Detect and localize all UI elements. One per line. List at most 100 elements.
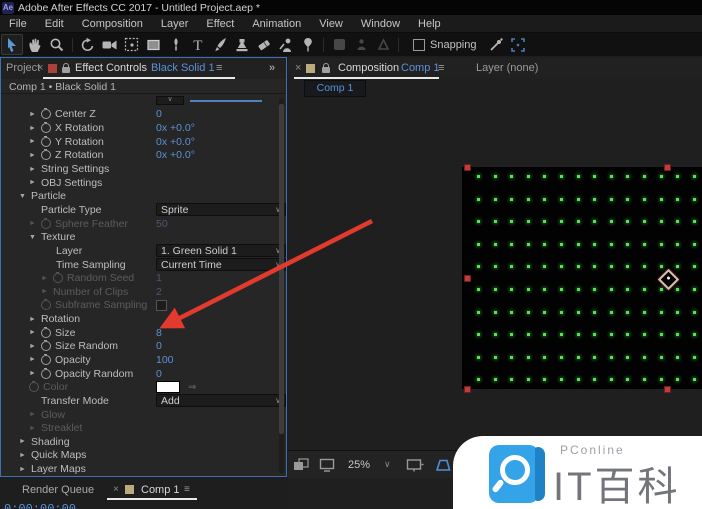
stopwatch-icon[interactable] xyxy=(41,122,51,134)
panel-menu-icon[interactable]: ≡ xyxy=(438,62,444,74)
brush-tool-button[interactable] xyxy=(210,35,230,54)
tab-project[interactable]: Project xyxy=(6,62,40,74)
property-value[interactable]: 0x +0.0° xyxy=(156,122,195,134)
scrollbar-thumb[interactable] xyxy=(279,104,284,434)
zoom-tool-button[interactable] xyxy=(47,35,67,54)
black-solid-layer[interactable] xyxy=(462,163,702,393)
disclosure-triangle-icon[interactable]: ► xyxy=(29,138,41,145)
monitor-icon[interactable] xyxy=(319,458,335,472)
property-value[interactable]: 0 xyxy=(156,340,162,352)
composition-tab-close-icon[interactable]: × xyxy=(295,62,301,74)
rotation-tool-button[interactable] xyxy=(78,35,98,54)
menu-item-window[interactable]: Window xyxy=(352,18,409,30)
property-dropdown[interactable]: 1. Green Solid 1∨ xyxy=(156,244,286,258)
layer-handle[interactable] xyxy=(663,163,671,171)
disclosure-triangle-icon[interactable]: ► xyxy=(19,438,31,445)
disclosure-triangle-icon[interactable]: ► xyxy=(29,220,41,227)
menu-item-edit[interactable]: Edit xyxy=(36,18,73,30)
comp-viewer-breadcrumb[interactable]: Comp 1 xyxy=(304,80,366,97)
composition-viewer[interactable] xyxy=(288,97,702,450)
tab-layer-none[interactable]: Layer (none) xyxy=(476,62,538,74)
property-value[interactable]: 50 xyxy=(156,218,168,230)
panel-menu-icon[interactable]: ≡ xyxy=(216,62,222,74)
stopwatch-icon[interactable] xyxy=(41,217,51,229)
stopwatch-icon[interactable] xyxy=(41,299,51,311)
property-value[interactable]: 0 xyxy=(156,108,162,120)
disclosure-triangle-icon[interactable]: ► xyxy=(41,275,53,282)
tab-composition[interactable]: Composition xyxy=(338,62,399,74)
disclosure-triangle-icon[interactable]: ► xyxy=(29,329,41,336)
type-tool-button[interactable]: T xyxy=(188,35,208,54)
menu-item-effect[interactable]: Effect xyxy=(197,18,243,30)
property-dropdown[interactable]: Current Time∨ xyxy=(156,258,286,271)
property-value[interactable]: 1 xyxy=(156,272,162,284)
property-checkbox[interactable] xyxy=(156,299,167,311)
property-dropdown[interactable]: Add∨ xyxy=(156,394,286,408)
menu-item-view[interactable]: View xyxy=(310,18,352,30)
menu-item-animation[interactable]: Animation xyxy=(243,18,310,30)
zoom-level-value[interactable]: 25% xyxy=(348,459,370,471)
disclosure-triangle-icon[interactable]: ► xyxy=(29,179,41,186)
pen-tool-button[interactable] xyxy=(166,35,186,54)
disclosure-triangle-icon[interactable]: ► xyxy=(29,166,41,173)
stopwatch-icon[interactable] xyxy=(41,108,51,120)
disclosure-triangle-icon[interactable]: ► xyxy=(29,343,41,350)
disclosure-triangle-icon[interactable]: ► xyxy=(19,452,31,459)
stopwatch-icon[interactable] xyxy=(41,135,51,147)
disclosure-triangle-icon[interactable]: ► xyxy=(29,425,41,432)
zoom-chevron-icon[interactable]: ∨ xyxy=(384,459,391,470)
transparency-grid-icon[interactable] xyxy=(434,458,452,472)
stopwatch-icon[interactable] xyxy=(41,149,51,161)
camera-tool-button[interactable] xyxy=(100,35,120,54)
stamp-tool-button[interactable] xyxy=(232,35,252,54)
property-value[interactable]: 0x +0.0° xyxy=(156,149,195,161)
disclosure-triangle-icon[interactable]: ► xyxy=(29,152,41,159)
tab-comp-1[interactable]: Comp 1 xyxy=(141,484,180,496)
layer-handle[interactable] xyxy=(463,274,471,282)
timeline-panel-menu-icon[interactable]: ≡ xyxy=(184,484,190,495)
layer-handle[interactable] xyxy=(663,385,671,393)
layer-handle[interactable] xyxy=(463,385,471,393)
roto-brush-tool-button[interactable] xyxy=(276,35,296,54)
timeline-timecode[interactable]: 0:00:00:00 xyxy=(4,502,76,509)
disclosure-triangle-icon[interactable]: ► xyxy=(29,125,41,132)
disclosure-triangle-icon[interactable]: ► xyxy=(29,411,41,418)
disclosure-triangle-icon[interactable]: ► xyxy=(29,111,41,118)
snapping-checkbox[interactable] xyxy=(413,38,425,51)
region-of-interest-icon[interactable] xyxy=(406,458,424,472)
hand-tool-button[interactable] xyxy=(25,35,45,54)
property-dropdown[interactable]: Sprite∨ xyxy=(156,203,286,217)
stopwatch-icon[interactable] xyxy=(41,326,51,338)
menu-item-layer[interactable]: Layer xyxy=(152,18,198,30)
snap-pin-icon[interactable] xyxy=(486,35,506,54)
project-tab-close-icon[interactable]: × xyxy=(37,62,43,74)
shape-tool-button[interactable] xyxy=(144,35,164,54)
disclosure-triangle-icon[interactable]: ► xyxy=(41,288,53,295)
lock-icon[interactable] xyxy=(62,63,70,73)
menu-item-file[interactable]: File xyxy=(0,18,36,30)
stopwatch-icon[interactable] xyxy=(41,353,51,365)
stopwatch-icon[interactable] xyxy=(29,381,39,393)
disclosure-triangle-icon[interactable]: ► xyxy=(29,356,41,363)
lock-icon[interactable] xyxy=(322,63,330,73)
property-value[interactable]: 0x +0.0° xyxy=(156,136,195,148)
selection-tool-button[interactable] xyxy=(1,34,23,55)
menu-item-help[interactable]: Help xyxy=(409,18,450,30)
disclosure-triangle-icon[interactable]: ► xyxy=(29,316,41,323)
property-value[interactable]: 0 xyxy=(156,368,162,380)
disclosure-triangle-icon[interactable]: ▼ xyxy=(29,234,41,241)
stopwatch-icon[interactable] xyxy=(53,272,63,284)
tab-effect-controls[interactable]: Effect Controls xyxy=(75,62,147,74)
property-value[interactable]: 8 xyxy=(156,327,162,339)
property-value[interactable]: 100 xyxy=(156,354,174,366)
color-swatch[interactable] xyxy=(156,381,180,394)
layer-handle[interactable] xyxy=(463,163,471,171)
eraser-tool-button[interactable] xyxy=(254,35,274,54)
stopwatch-icon[interactable] xyxy=(41,367,51,379)
puppet-pin-tool-button[interactable] xyxy=(298,35,318,54)
property-value[interactable]: 2 xyxy=(156,286,162,298)
disclosure-triangle-icon[interactable]: ► xyxy=(29,370,41,377)
tab-render-queue[interactable]: Render Queue xyxy=(22,484,94,496)
disclosure-triangle-icon[interactable]: ▼ xyxy=(19,193,31,200)
disclosure-triangle-icon[interactable]: ► xyxy=(19,466,31,473)
